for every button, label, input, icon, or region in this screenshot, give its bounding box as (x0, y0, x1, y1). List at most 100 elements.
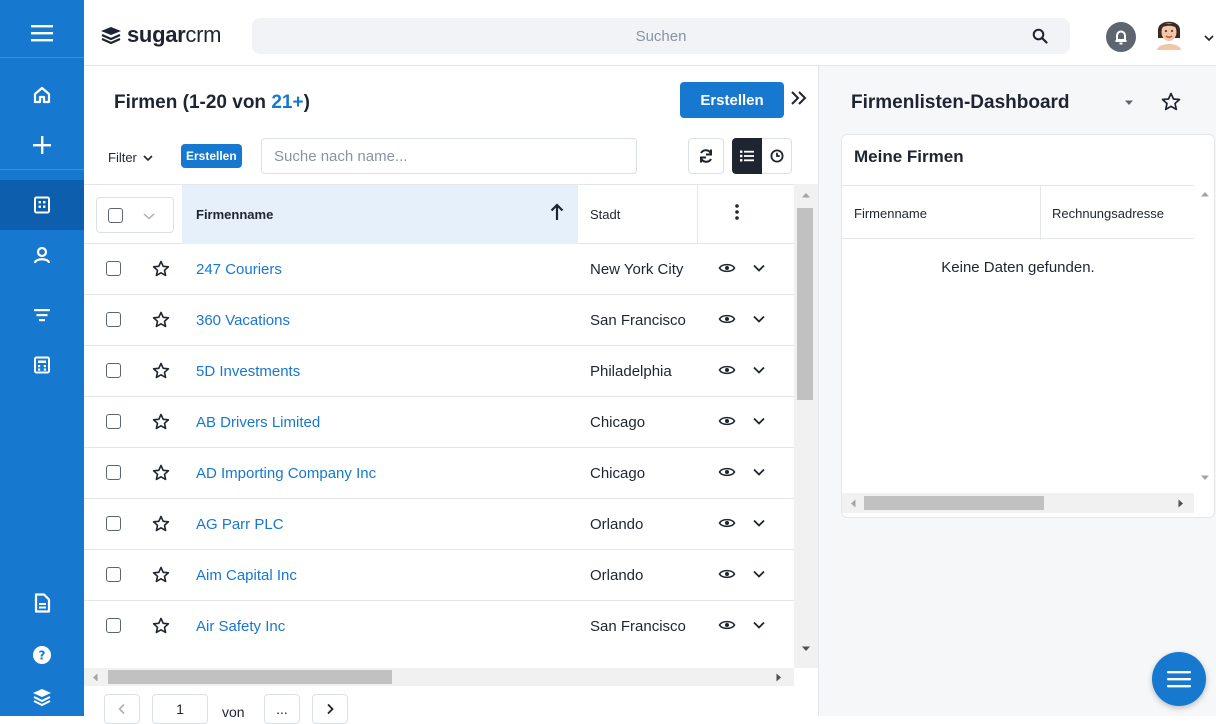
eye-icon[interactable] (718, 465, 736, 479)
account-name-link[interactable]: AB Drivers Limited (196, 414, 320, 431)
scrollbar-thumb[interactable] (864, 496, 1044, 510)
sugarcrm-logo[interactable]: sugarcrm (100, 22, 221, 48)
scroll-left-arrow-icon[interactable] (850, 499, 856, 508)
name-search-input[interactable] (261, 138, 637, 174)
dashlet-vertical-scrollbar[interactable] (1194, 185, 1214, 493)
scrollbar-thumb[interactable] (108, 670, 392, 684)
star-icon[interactable] (152, 260, 170, 277)
prev-page-button[interactable] (104, 694, 140, 724)
eye-icon[interactable] (718, 567, 736, 581)
eye-icon[interactable] (718, 414, 736, 428)
menu-button[interactable] (0, 8, 84, 58)
create-button[interactable]: Erstellen (680, 82, 784, 118)
row-checkbox[interactable] (106, 261, 121, 276)
mass-select-dropdown[interactable] (96, 197, 174, 233)
column-header-city[interactable]: Stadt (578, 185, 698, 244)
account-name-link[interactable]: 5D Investments (196, 363, 300, 380)
row-checkbox[interactable] (106, 414, 121, 429)
star-icon[interactable] (152, 566, 170, 583)
eye-icon[interactable] (718, 618, 736, 632)
row-checkbox[interactable] (106, 618, 121, 633)
document-icon (34, 593, 51, 613)
chevron-down-icon[interactable] (752, 518, 766, 528)
scroll-down-arrow-icon[interactable] (1200, 475, 1210, 481)
eye-icon[interactable] (718, 261, 736, 275)
sugar-layers-button[interactable] (0, 684, 84, 716)
nav-accounts-button[interactable] (0, 180, 84, 230)
total-pages-button[interactable]: ... (264, 694, 300, 724)
dashlet-column-name[interactable]: Firmenname (854, 206, 927, 221)
account-name-link[interactable]: Air Safety Inc (196, 618, 285, 635)
help-button[interactable]: ? (0, 630, 84, 680)
chevron-down-icon[interactable] (752, 569, 766, 579)
account-name-link[interactable]: 360 Vacations (196, 312, 290, 329)
more-vertical-icon[interactable] (734, 203, 740, 221)
row-checkbox[interactable] (106, 363, 121, 378)
chevron-down-icon[interactable] (1204, 34, 1214, 42)
next-page-button[interactable] (312, 694, 348, 724)
dashlet-column-billing-address[interactable]: Rechnungsadresse (1052, 206, 1164, 221)
eye-icon[interactable] (718, 312, 736, 326)
account-name-link[interactable]: AD Importing Company Inc (196, 465, 376, 482)
row-checkbox[interactable] (106, 465, 121, 480)
city-cell: Orlando (590, 567, 644, 584)
user-avatar[interactable] (1152, 16, 1186, 50)
nav-filter-button[interactable] (0, 290, 84, 340)
row-checkbox[interactable] (106, 567, 121, 582)
table-row: Air Safety Inc San Francisco (84, 601, 794, 650)
left-navigation: ? (0, 0, 84, 716)
dashlet-horizontal-scrollbar[interactable] (842, 493, 1194, 513)
page-number-input[interactable] (152, 694, 208, 724)
double-chevron-right-icon[interactable] (790, 90, 808, 106)
chevron-down-icon[interactable] (752, 365, 766, 375)
chevron-down-icon[interactable] (752, 314, 766, 324)
list-view-toggle[interactable] (732, 138, 762, 174)
account-name-link[interactable]: 247 Couriers (196, 261, 282, 278)
star-icon[interactable] (1161, 92, 1181, 111)
filter-dropdown[interactable]: Filter (108, 150, 153, 165)
dashboard-title[interactable]: Firmenlisten-Dashboard (851, 92, 1070, 114)
account-name-link[interactable]: AG Parr PLC (196, 516, 284, 533)
quick-create-button[interactable] (0, 120, 84, 170)
scroll-left-arrow-icon[interactable] (92, 673, 98, 682)
star-icon[interactable] (152, 464, 170, 481)
caret-down-icon[interactable] (1124, 100, 1134, 106)
scrollbar-thumb[interactable] (797, 208, 813, 400)
scroll-right-arrow-icon[interactable] (1178, 499, 1184, 508)
row-checkbox[interactable] (106, 312, 121, 327)
eye-icon[interactable] (718, 516, 736, 530)
table-horizontal-scrollbar[interactable] (84, 668, 794, 686)
scroll-up-arrow-icon[interactable] (801, 192, 811, 198)
table-vertical-scrollbar[interactable] (794, 184, 818, 668)
select-all-checkbox[interactable] (108, 208, 123, 223)
star-icon[interactable] (152, 311, 170, 328)
eye-icon[interactable] (718, 363, 736, 377)
chevron-down-icon (143, 213, 155, 220)
chevron-down-icon[interactable] (752, 467, 766, 477)
scroll-right-arrow-icon[interactable] (776, 673, 782, 682)
search-icon[interactable] (1032, 28, 1048, 44)
nav-contacts-button[interactable] (0, 230, 84, 280)
chevron-down-icon[interactable] (752, 263, 766, 273)
filter-create-button[interactable]: Erstellen (181, 144, 242, 168)
global-search-input[interactable] (252, 18, 1070, 54)
recent-view-toggle[interactable] (762, 138, 792, 174)
account-name-link[interactable]: Aim Capital Inc (196, 567, 297, 584)
refresh-button[interactable] (688, 138, 724, 174)
floating-menu-button[interactable] (1152, 652, 1206, 706)
column-header-name[interactable]: Firmenname (182, 185, 578, 244)
star-icon[interactable] (152, 515, 170, 532)
scroll-up-arrow-icon[interactable] (1200, 191, 1210, 197)
nav-document-button[interactable] (0, 578, 84, 628)
notifications-button[interactable] (1106, 22, 1136, 52)
chevron-down-icon[interactable] (752, 416, 766, 426)
row-checkbox[interactable] (106, 516, 121, 531)
star-icon[interactable] (152, 617, 170, 634)
nav-calculator-button[interactable] (0, 340, 84, 390)
sugar-layers-icon (33, 689, 51, 706)
chevron-down-icon[interactable] (752, 620, 766, 630)
star-icon[interactable] (152, 413, 170, 430)
scroll-down-arrow-icon[interactable] (801, 646, 811, 652)
star-icon[interactable] (152, 362, 170, 379)
home-button[interactable] (0, 70, 84, 120)
